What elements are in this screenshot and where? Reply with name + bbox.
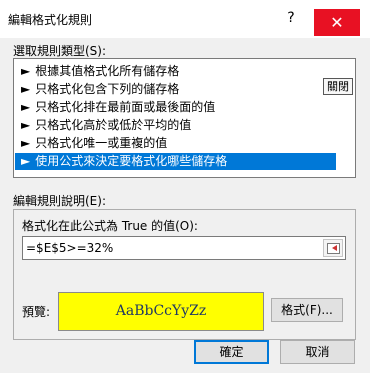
format-button[interactable]: 格式(F)... <box>271 298 343 322</box>
dialog-title: 編輯格式化規則 <box>8 13 93 27</box>
triangle-right-icon: ► <box>21 136 31 150</box>
rule-type-list[interactable]: ► 根據其值格式化所有儲存格 ► 只格式化包含下列的儲存格 ► 只格式化排在最前面或最… <box>13 58 356 178</box>
rule-type-label: 只格式化高於或低於平均的值 <box>35 118 192 132</box>
formula-label: 格式化在此公式為 True 的值(O): <box>22 219 198 233</box>
triangle-right-icon: ► <box>21 100 31 114</box>
close-button[interactable]: ✕ <box>314 9 360 36</box>
title-bar: 編輯格式化規則 ? ✕ <box>0 0 370 38</box>
rule-type-item[interactable]: ► 只格式化唯一或重複的值 <box>15 135 336 152</box>
triangle-right-icon: ► <box>21 82 31 96</box>
help-button[interactable]: ? <box>281 10 301 26</box>
preview-label: 預覽: <box>22 305 51 319</box>
arrow-icon <box>332 245 337 251</box>
cancel-button[interactable]: 取消 <box>280 340 355 364</box>
rule-type-label: 使用公式來決定要格式化哪些儲存格 <box>35 154 228 168</box>
formula-input-box <box>22 236 346 260</box>
format-preview: AaBbCcYyZz <box>58 292 264 331</box>
rule-type-item-selected[interactable]: ► 使用公式來決定要格式化哪些儲存格 <box>15 153 336 170</box>
ok-button[interactable]: 確定 <box>194 340 269 364</box>
collapse-dialog-button[interactable] <box>323 239 343 257</box>
rule-type-heading: 選取規則類型(S): <box>13 44 107 58</box>
rule-type-label: 只格式化唯一或重複的值 <box>35 136 168 150</box>
rule-type-label: 只格式化排在最前面或最後面的值 <box>35 100 216 114</box>
triangle-right-icon: ► <box>21 154 31 168</box>
rule-description-heading: 編輯規則說明(E): <box>13 194 106 208</box>
rule-type-item[interactable]: ► 只格式化包含下列的儲存格 <box>15 81 336 98</box>
rule-type-item[interactable]: ► 只格式化排在最前面或最後面的值 <box>15 99 336 116</box>
triangle-right-icon: ► <box>21 64 31 78</box>
close-tooltip: 關閉 <box>323 78 353 95</box>
rule-type-item[interactable]: ► 根據其值格式化所有儲存格 <box>15 63 336 80</box>
rule-type-label: 只格式化包含下列的儲存格 <box>35 82 180 96</box>
rule-type-item[interactable]: ► 只格式化高於或低於平均的值 <box>15 117 336 134</box>
formula-input[interactable] <box>23 237 318 259</box>
triangle-right-icon: ► <box>21 118 31 132</box>
close-icon: ✕ <box>330 13 344 32</box>
rule-type-label: 根據其值格式化所有儲存格 <box>35 64 180 78</box>
